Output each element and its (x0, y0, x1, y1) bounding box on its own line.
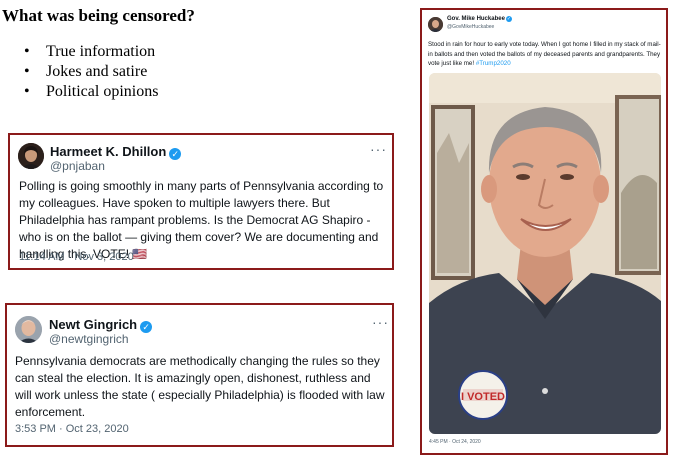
tweet-card-gingrich: Newt Gingrich ✓ @newtgingrich ··· Pennsyl… (5, 303, 394, 447)
bullet-item: True information (24, 42, 158, 62)
hashtag-link[interactable]: #Trump2020 (476, 60, 511, 67)
verified-badge-icon: ✓ (505, 16, 512, 22)
sticker-text: I VOTED (461, 391, 505, 403)
tweet-photo[interactable]: I VOTED (429, 73, 661, 434)
bullet-item: Jokes and satire (24, 62, 158, 82)
tweet-card-huckabee: Gov. Mike Huckabee ✓ @GovMikeHuckabee Sto… (420, 8, 668, 455)
tweet-timestamp[interactable]: 4:45 PM · Oct 24, 2020 (429, 439, 481, 445)
tweet-timestamp[interactable]: 3:53 PM · Oct 23, 2020 (15, 423, 129, 435)
tweet-text: Stood in rain for hour to early vote tod… (428, 40, 664, 69)
author-name-text: Newt Gingrich (49, 317, 138, 332)
bullet-item: Political opinions (24, 82, 158, 102)
author-handle[interactable]: @pnjaban (50, 159, 105, 173)
verified-badge-icon: ✓ (169, 148, 182, 160)
author-name[interactable]: Harmeet K. Dhillon ✓ (50, 144, 182, 160)
author-handle[interactable]: @newtgingrich (49, 332, 129, 346)
verified-badge-icon: ✓ (140, 321, 153, 333)
avatar[interactable] (428, 17, 443, 32)
author-name[interactable]: Newt Gingrich ✓ (49, 317, 153, 333)
tweet-text: Pennsylvania democrats are methodically … (15, 354, 385, 419)
tweet-text-body: Stood in rain for hour to early vote tod… (428, 41, 661, 67)
tweet-timestamp[interactable]: 11:14 AM · Nov 3, 2020 (19, 251, 134, 263)
avatar[interactable] (18, 143, 44, 169)
more-options-icon[interactable]: ··· (372, 314, 389, 330)
author-handle[interactable]: @GovMikeHuckabee (447, 24, 494, 30)
more-options-icon[interactable]: ··· (370, 141, 387, 157)
bullet-list: True information Jokes and satire Politi… (24, 42, 158, 102)
author-name-text: Harmeet K. Dhillon (50, 144, 167, 159)
tweet-card-dhillon: Harmeet K. Dhillon ✓ @pnjaban ··· Polling… (8, 133, 394, 270)
author-name[interactable]: Gov. Mike Huckabee ✓ (447, 16, 512, 22)
avatar[interactable] (15, 316, 42, 343)
page-heading: What was being censored? (2, 6, 195, 25)
author-name-text: Gov. Mike Huckabee (447, 16, 505, 22)
